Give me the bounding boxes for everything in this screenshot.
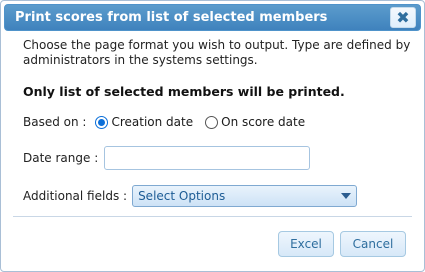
- additional-fields-select[interactable]: Select Options: [132, 185, 358, 207]
- close-icon[interactable]: ✖: [390, 7, 416, 28]
- chevron-down-icon: [341, 193, 352, 199]
- score-date-radio[interactable]: [205, 115, 219, 129]
- creation-date-radio[interactable]: [95, 115, 109, 129]
- dialog-content: Choose the page format you wish to outpu…: [23, 38, 414, 99]
- additional-fields-row: Additional fields : Select Options: [23, 185, 358, 207]
- additional-fields-selected: Select Options: [138, 189, 226, 203]
- intro-text: Choose the page format you wish to outpu…: [23, 38, 411, 67]
- notice-text: Only list of selected members will be pr…: [23, 84, 345, 99]
- dialog-titlebar: Print scores from list of selected membe…: [4, 4, 421, 31]
- additional-fields-label: Additional fields :: [23, 189, 128, 203]
- dialog-title: Print scores from list of selected membe…: [15, 10, 328, 25]
- based-on-row: Based on : Creation date On score date: [23, 115, 317, 129]
- excel-button[interactable]: Excel: [278, 231, 334, 257]
- based-on-label: Based on :: [23, 115, 87, 129]
- creation-date-label[interactable]: Creation date: [111, 115, 193, 129]
- score-date-label[interactable]: On score date: [221, 115, 305, 129]
- date-range-input[interactable]: [104, 146, 311, 170]
- print-scores-dialog: Print scores from list of selected membe…: [0, 0, 425, 272]
- date-range-label: Date range :: [23, 151, 99, 165]
- date-range-row: Date range :: [23, 146, 311, 170]
- cancel-button[interactable]: Cancel: [340, 231, 406, 257]
- footer-divider: [13, 216, 412, 217]
